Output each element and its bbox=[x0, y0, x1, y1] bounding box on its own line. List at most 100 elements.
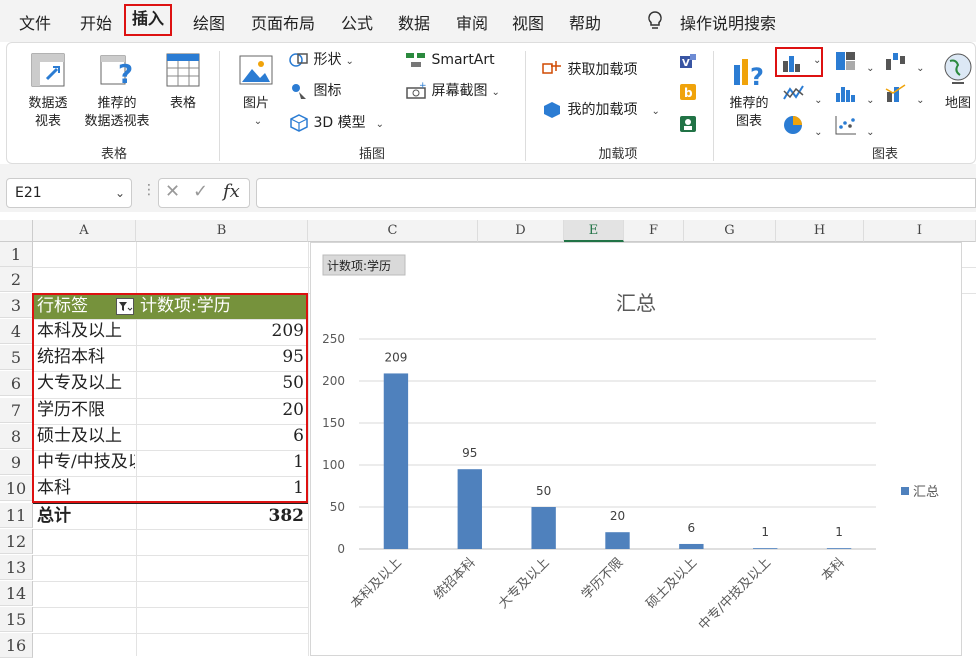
x-tick-label: 硕士及以上 bbox=[644, 555, 701, 612]
cancel-icon[interactable]: ✕ bbox=[165, 181, 180, 202]
row-header[interactable]: 10 bbox=[0, 476, 33, 501]
column-header-b[interactable]: B bbox=[136, 220, 308, 242]
visio-icon[interactable]: V bbox=[679, 53, 697, 75]
menu-view[interactable]: 视图 bbox=[512, 10, 544, 34]
smartart-label: SmartArt bbox=[431, 52, 495, 68]
name-box-value: E21 bbox=[15, 185, 42, 201]
icons-button[interactable]: 图标 bbox=[289, 80, 341, 102]
row-header[interactable]: 2 bbox=[0, 267, 33, 292]
waterfall-chart-button[interactable]: ⌄ bbox=[885, 51, 924, 75]
combo-chart-button[interactable]: ⌄ bbox=[885, 83, 924, 107]
insert-function-button[interactable]: fx bbox=[223, 181, 240, 202]
scatter-chart-icon bbox=[835, 116, 856, 135]
name-box[interactable]: E21 ⌄ bbox=[6, 178, 132, 208]
pie-chart-button[interactable]: ⌄ bbox=[783, 115, 822, 139]
menu-help[interactable]: 帮助 bbox=[569, 10, 601, 34]
pivot-table-icon bbox=[31, 53, 65, 87]
chart-title: 汇总 bbox=[616, 291, 656, 315]
row-header[interactable]: 7 bbox=[0, 398, 33, 423]
hierarchy-chart-button[interactable]: ⌄ bbox=[835, 51, 874, 75]
formula-input[interactable] bbox=[256, 178, 976, 208]
pivot-table-label: 数据透 视表 bbox=[28, 96, 68, 129]
my-addins-button[interactable]: 我的加载项 ⌄ bbox=[541, 99, 660, 121]
hierarchy-chart-icon bbox=[836, 52, 855, 70]
menu-data[interactable]: 数据 bbox=[398, 10, 430, 34]
menu-insert[interactable]: 插入 bbox=[123, 4, 173, 36]
maps-button[interactable]: 地图 bbox=[941, 51, 975, 113]
svg-text:?: ? bbox=[750, 63, 764, 89]
row-header[interactable]: 11 bbox=[0, 503, 33, 528]
row-header[interactable]: 16 bbox=[0, 633, 33, 658]
statistic-chart-button[interactable]: ⌄ bbox=[835, 83, 874, 107]
row-header[interactable]: 13 bbox=[0, 555, 33, 580]
column-chart-button[interactable]: ⌄ bbox=[775, 47, 823, 77]
x-tick-label: 本科 bbox=[819, 555, 848, 584]
recommended-pivot-icon: ? bbox=[100, 55, 133, 90]
chart-bar bbox=[753, 548, 778, 549]
menu-bar: 文件 开始 插入 绘图 页面布局 公式 数据 审阅 视图 帮助 操作说明搜索 bbox=[0, 0, 976, 42]
row-header[interactable]: 6 bbox=[0, 371, 33, 396]
get-addins-label: 获取加载项 bbox=[567, 62, 638, 78]
chevron-down-icon: ⌄ bbox=[866, 63, 875, 74]
column-header-g[interactable]: G bbox=[684, 220, 776, 242]
chevron-down-icon: ⌄ bbox=[814, 127, 823, 138]
menu-formulas[interactable]: 公式 bbox=[341, 10, 373, 34]
recommended-pivot-button[interactable]: ? 推荐的 数据透视表 bbox=[77, 51, 157, 131]
pivot-total-label[interactable]: 总计 bbox=[37, 504, 135, 529]
screenshot-button[interactable]: + 屏幕截图 ⌄ bbox=[405, 80, 500, 102]
picture-button[interactable]: 图片 ⌄ bbox=[235, 51, 277, 131]
row-header[interactable]: 4 bbox=[0, 319, 33, 344]
gridline bbox=[308, 242, 309, 656]
data-label: 50 bbox=[536, 484, 551, 498]
row-header[interactable]: 14 bbox=[0, 581, 33, 606]
row-header[interactable]: 3 bbox=[0, 293, 33, 318]
menu-page-layout[interactable]: 页面布局 bbox=[251, 10, 315, 34]
select-all-corner[interactable] bbox=[0, 220, 33, 242]
pivot-chart[interactable]: 计数项:学历 汇总 0 50 100 150 200 250 209 本科及以上 95 统招本科 50 大… bbox=[310, 242, 962, 656]
menu-file[interactable]: 文件 bbox=[19, 10, 51, 34]
row-header[interactable]: 8 bbox=[0, 424, 33, 449]
row-header[interactable]: 12 bbox=[0, 529, 33, 554]
menu-home[interactable]: 开始 bbox=[80, 10, 112, 34]
row-header[interactable]: 9 bbox=[0, 450, 33, 475]
chart-canvas: 计数项:学历汇总 0 50 100 150 200 250 209 本科及以上 95 统招本科 50 大… bbox=[322, 254, 939, 633]
menu-review[interactable]: 审阅 bbox=[456, 10, 488, 34]
picture-label: 图片 bbox=[242, 96, 269, 111]
x-tick-label: 统招本科 bbox=[431, 555, 478, 602]
scatter-chart-button[interactable]: ⌄ bbox=[835, 115, 874, 139]
row-header[interactable]: 5 bbox=[0, 345, 33, 370]
globe-icon bbox=[944, 53, 972, 84]
chevron-down-icon: ⌄ bbox=[253, 116, 263, 127]
column-header-h[interactable]: H bbox=[776, 220, 864, 242]
column-header-a[interactable]: A bbox=[33, 220, 136, 242]
chevron-down-icon[interactable]: ⌄ bbox=[115, 179, 125, 207]
group-separator bbox=[525, 51, 526, 161]
recommended-charts-button[interactable]: ? 推荐的 图表 bbox=[721, 51, 777, 131]
pivot-total-value[interactable]: 382 bbox=[140, 504, 305, 529]
enter-check-icon[interactable]: ✓ bbox=[193, 181, 208, 202]
row-header[interactable]: 15 bbox=[0, 607, 33, 632]
column-header-i[interactable]: I bbox=[864, 220, 976, 242]
column-header-e[interactable]: E bbox=[564, 220, 624, 242]
line-chart-button[interactable]: ⌄ bbox=[783, 83, 822, 107]
table-button[interactable]: 表格 bbox=[163, 51, 203, 113]
y-tick-label: 250 bbox=[322, 332, 345, 346]
tell-me-search[interactable]: 操作说明搜索 bbox=[680, 10, 776, 34]
chevron-down-icon: ⌄ bbox=[491, 87, 500, 98]
recommended-charts-icon: ? bbox=[734, 59, 764, 91]
get-addins-button[interactable]: 获取加载项 bbox=[541, 59, 637, 81]
shapes-label: 形状 bbox=[313, 52, 342, 68]
shapes-button[interactable]: 形状 ⌄ bbox=[289, 49, 354, 71]
row-header[interactable]: 1 bbox=[0, 242, 33, 267]
y-tick-label: 0 bbox=[337, 542, 345, 556]
menu-draw[interactable]: 绘图 bbox=[193, 10, 225, 34]
column-header-f[interactable]: F bbox=[624, 220, 684, 242]
bing-icon[interactable]: b bbox=[679, 83, 697, 105]
pivot-table-button[interactable]: 数据透 视表 bbox=[21, 51, 75, 131]
column-header-c[interactable]: C bbox=[308, 220, 478, 242]
people-graph-icon[interactable] bbox=[679, 115, 697, 137]
chevron-down-icon: ⌄ bbox=[866, 127, 875, 138]
column-header-d[interactable]: D bbox=[478, 220, 564, 242]
3d-model-button[interactable]: 3D 模型 ⌄ bbox=[289, 112, 384, 134]
smartart-button[interactable]: SmartArt bbox=[405, 49, 495, 71]
